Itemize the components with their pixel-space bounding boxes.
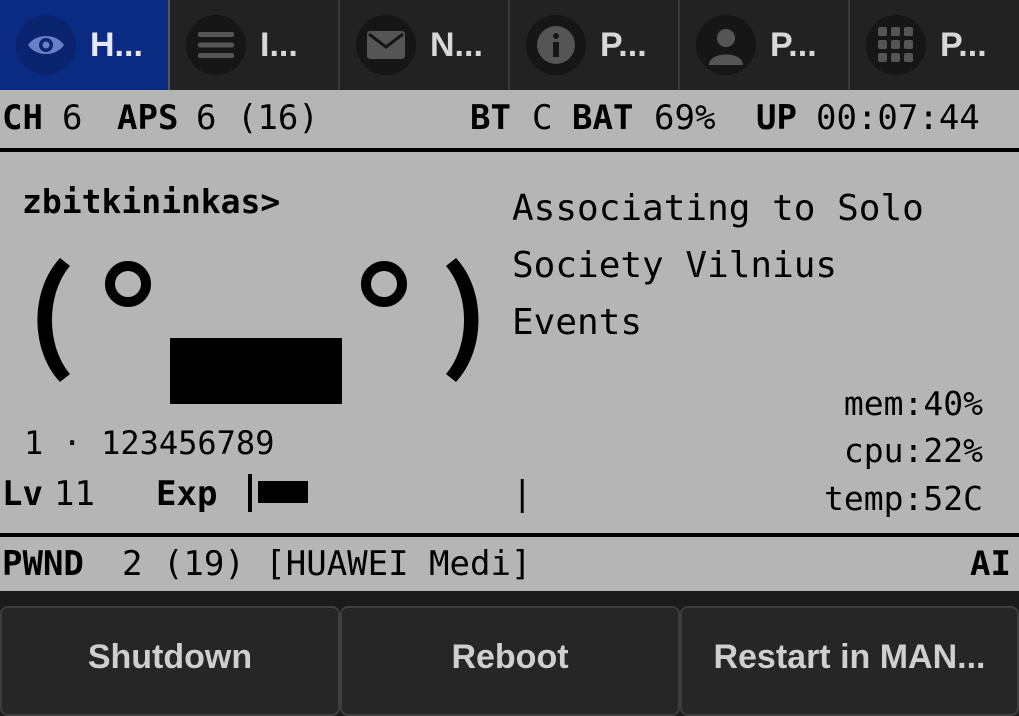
face-graphic xyxy=(37,258,479,404)
tab-label: P... xyxy=(770,25,817,64)
message-line: Society Vilnius xyxy=(512,245,838,286)
exp-progress-bar xyxy=(258,481,308,503)
memory-stat: mem:40% xyxy=(843,384,983,423)
mode-indicator: AI xyxy=(970,544,1011,584)
bluetooth-value: C xyxy=(532,98,553,138)
cpu-stat: cpu:22% xyxy=(843,431,983,470)
tab-new[interactable]: N... xyxy=(340,0,510,90)
level-label: Lv xyxy=(2,474,43,514)
status-message: Associating to Solo Society Vilnius Even… xyxy=(512,180,924,351)
unit-name: zbitkininkas> xyxy=(22,182,281,221)
person-icon xyxy=(696,15,756,75)
eye-icon xyxy=(16,15,76,75)
tab-inbox[interactable]: I... xyxy=(170,0,340,90)
info-icon xyxy=(526,15,586,75)
tab-plugins-grid[interactable]: P... xyxy=(850,0,1019,90)
uptime-label: UP xyxy=(756,98,797,138)
channel-label: CH xyxy=(2,98,43,138)
aps-value: 6 (16) xyxy=(196,98,319,138)
tab-label: I... xyxy=(260,25,298,64)
grid-icon xyxy=(866,15,926,75)
battery-label: BAT xyxy=(572,98,634,138)
channel-list: 1 · 123456789 xyxy=(24,424,275,462)
pwnd-label: PWND xyxy=(2,544,84,584)
tab-label: N... xyxy=(430,25,483,64)
tab-label: P... xyxy=(600,25,647,64)
exp-bar-start xyxy=(248,474,252,512)
action-bar: Shutdown Reboot Restart in MAN... xyxy=(0,606,1019,716)
uptime-value: 00:07:44 xyxy=(816,98,980,138)
top-divider xyxy=(0,148,1019,152)
text-cursor: | xyxy=(512,474,533,514)
tab-bar: H... I... N... P... P... P... xyxy=(0,0,1019,90)
aps-label: APS xyxy=(117,98,179,138)
exp-label: Exp xyxy=(156,474,218,514)
channel-value: 6 xyxy=(62,98,83,138)
mail-icon xyxy=(356,15,416,75)
pwnd-value: 2 (19) [HUAWEI Medi] xyxy=(122,544,532,584)
pwnagotchi-screen: CH 6 APS 6 (16) BT C BAT 69% UP 00:07:44… xyxy=(0,90,1019,591)
tab-label: H... xyxy=(90,25,143,64)
menu-icon xyxy=(186,15,246,75)
battery-value: 69% xyxy=(654,98,716,138)
message-line: Associating to Solo xyxy=(512,188,924,229)
bluetooth-label: BT xyxy=(470,98,511,138)
tab-plugins[interactable]: P... xyxy=(510,0,680,90)
level-value: 11 xyxy=(54,474,95,514)
tab-label: P... xyxy=(940,25,987,64)
message-line: Events xyxy=(512,302,643,343)
tab-profile[interactable]: P... xyxy=(680,0,850,90)
tab-home[interactable]: H... xyxy=(0,0,170,90)
bottom-divider xyxy=(0,533,1019,537)
temperature-stat: temp:52C xyxy=(824,479,983,518)
